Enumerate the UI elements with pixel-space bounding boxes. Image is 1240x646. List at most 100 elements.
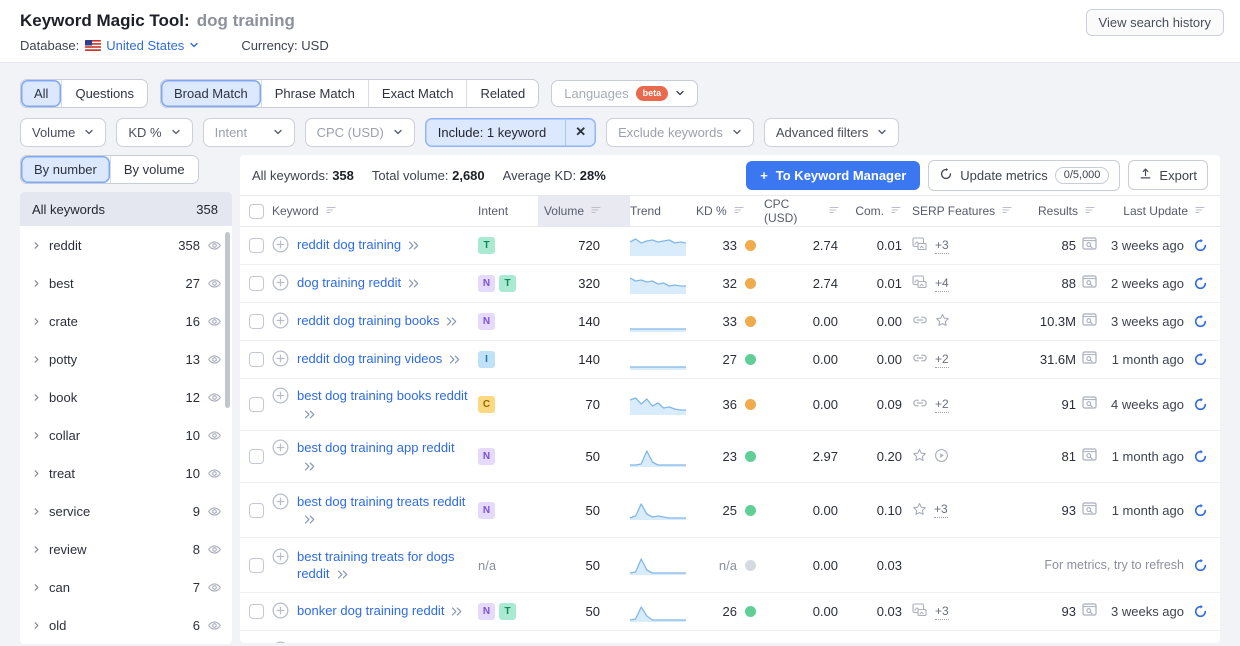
filter-dropdown-advanced-filters[interactable]: Advanced filters — [764, 118, 900, 147]
serp-preview-icon[interactable] — [1082, 313, 1098, 330]
tab-phrase-match[interactable]: Phrase Match — [261, 80, 368, 107]
eye-icon[interactable] — [207, 618, 222, 633]
sort-icon[interactable] — [890, 204, 902, 219]
eye-icon[interactable] — [207, 428, 222, 443]
sidebar-group-old[interactable]: old6 — [20, 606, 232, 644]
tab-all[interactable]: All — [21, 80, 61, 107]
add-keyword-icon[interactable] — [272, 493, 289, 513]
expand-keyword-icon[interactable] — [304, 515, 316, 524]
serp-preview-icon[interactable] — [1082, 396, 1098, 413]
row-checkbox[interactable] — [249, 449, 264, 464]
eye-icon[interactable] — [207, 390, 222, 405]
column-header-upd[interactable]: Last Update — [1106, 196, 1220, 226]
refresh-icon[interactable] — [1193, 352, 1208, 367]
expand-keyword-icon[interactable] — [304, 410, 316, 419]
add-keyword-icon[interactable] — [272, 274, 289, 294]
expand-keyword-icon[interactable] — [337, 570, 349, 579]
expand-keyword-icon[interactable] — [408, 241, 420, 250]
sidebar-group-crate[interactable]: crate16 — [20, 302, 232, 340]
tab-broad-match[interactable]: Broad Match — [161, 80, 261, 107]
column-header-kw[interactable]: Keyword — [272, 196, 478, 226]
eye-icon[interactable] — [207, 276, 222, 291]
eye-icon[interactable] — [207, 466, 222, 481]
tab-exact-match[interactable]: Exact Match — [368, 80, 467, 107]
add-keyword-icon[interactable] — [272, 387, 289, 407]
sidebar-group-reddit[interactable]: reddit358 — [20, 226, 232, 264]
row-checkbox[interactable] — [249, 558, 264, 573]
serp-more-link[interactable]: +3 — [935, 604, 949, 620]
row-checkbox[interactable] — [249, 314, 264, 329]
keyword-link[interactable]: bonker dog training reddit — [297, 602, 463, 620]
serp-more-link[interactable]: +4 — [935, 276, 949, 292]
keyword-link[interactable]: dog training reddit — [297, 274, 420, 292]
languages-dropdown[interactable]: Languages beta — [551, 80, 698, 107]
sort-icon[interactable] — [828, 204, 840, 219]
column-header-kd[interactable]: KD % — [694, 196, 764, 226]
refresh-icon[interactable] — [1193, 503, 1208, 518]
keyword-link[interactable]: reddit dog training books — [297, 312, 458, 330]
row-checkbox[interactable] — [249, 276, 264, 291]
eye-icon[interactable] — [207, 314, 222, 329]
add-keyword-icon[interactable] — [272, 350, 289, 370]
refresh-icon[interactable] — [1193, 604, 1208, 619]
column-header-com[interactable]: Com. — [854, 196, 910, 226]
refresh-icon[interactable] — [1193, 238, 1208, 253]
refresh-icon[interactable] — [1193, 449, 1208, 464]
keyword-link[interactable]: best dog training treats reddit — [297, 493, 468, 528]
tab-questions[interactable]: Questions — [61, 80, 147, 107]
serp-preview-icon[interactable] — [1082, 448, 1098, 465]
sort-icon[interactable] — [733, 204, 745, 219]
row-checkbox[interactable] — [249, 352, 264, 367]
keyword-link[interactable]: reddit dog training — [297, 236, 420, 254]
sidebar-group-collar[interactable]: collar10 — [20, 416, 232, 454]
serp-more-link[interactable]: +2 — [935, 352, 949, 368]
update-metrics-button[interactable]: Update metrics 0/5,000 — [928, 160, 1120, 191]
keyword-link[interactable]: brain training for dogs review reddit — [297, 641, 468, 643]
serp-preview-icon[interactable] — [1082, 237, 1098, 254]
expand-keyword-icon[interactable] — [304, 462, 316, 471]
sidebar-group-review[interactable]: review8 — [20, 530, 232, 568]
expand-keyword-icon[interactable] — [449, 355, 461, 364]
tab-related[interactable]: Related — [466, 80, 538, 107]
keyword-link[interactable]: best training treats for dogs reddit — [297, 548, 468, 583]
serp-preview-icon[interactable] — [1082, 275, 1098, 292]
sidebar-scrollbar[interactable] — [225, 232, 230, 408]
keyword-link[interactable]: reddit dog training videos — [297, 350, 461, 368]
expand-keyword-icon[interactable] — [451, 607, 463, 616]
column-header-serp[interactable]: SERP Features — [910, 196, 1016, 226]
add-keyword-icon[interactable] — [272, 236, 289, 256]
sidebar-group-potty[interactable]: potty13 — [20, 340, 232, 378]
keyword-link[interactable]: best dog training app reddit — [297, 439, 468, 474]
serp-preview-icon[interactable] — [1082, 502, 1098, 519]
all-keywords-row[interactable]: All keywords 358 — [20, 192, 232, 226]
add-keyword-icon[interactable] — [272, 602, 289, 622]
filter-dropdown-volume[interactable]: Volume — [20, 118, 106, 147]
sort-icon[interactable] — [325, 204, 337, 219]
row-checkbox[interactable] — [249, 397, 264, 412]
expand-keyword-icon[interactable] — [446, 317, 458, 326]
sort-icon[interactable] — [1194, 204, 1206, 219]
select-all-checkbox[interactable] — [249, 204, 264, 219]
column-header-vol[interactable]: Volume — [538, 196, 630, 226]
row-checkbox[interactable] — [249, 238, 264, 253]
add-keyword-icon[interactable] — [272, 439, 289, 459]
row-checkbox[interactable] — [249, 503, 264, 518]
close-icon[interactable]: ✕ — [565, 119, 595, 146]
eye-icon[interactable] — [207, 238, 222, 253]
add-keyword-icon[interactable] — [272, 548, 289, 568]
sidebar-group-treat[interactable]: treat10 — [20, 454, 232, 492]
serp-more-link[interactable]: +2 — [935, 397, 949, 413]
serp-more-link[interactable]: +3 — [934, 502, 948, 518]
serp-preview-icon[interactable] — [1082, 351, 1098, 368]
to-keyword-manager-button[interactable]: + To Keyword Manager — [746, 161, 920, 190]
toggle-by-volume[interactable]: By volume — [110, 156, 198, 183]
expand-keyword-icon[interactable] — [408, 279, 420, 288]
keyword-link[interactable]: best dog training books reddit — [297, 387, 468, 422]
eye-icon[interactable] — [207, 542, 222, 557]
row-checkbox[interactable] — [249, 604, 264, 619]
view-search-history-button[interactable]: View search history — [1086, 9, 1224, 36]
eye-icon[interactable] — [207, 580, 222, 595]
toggle-by-number[interactable]: By number — [21, 156, 110, 183]
sort-icon[interactable] — [590, 204, 602, 219]
refresh-icon[interactable] — [1193, 276, 1208, 291]
